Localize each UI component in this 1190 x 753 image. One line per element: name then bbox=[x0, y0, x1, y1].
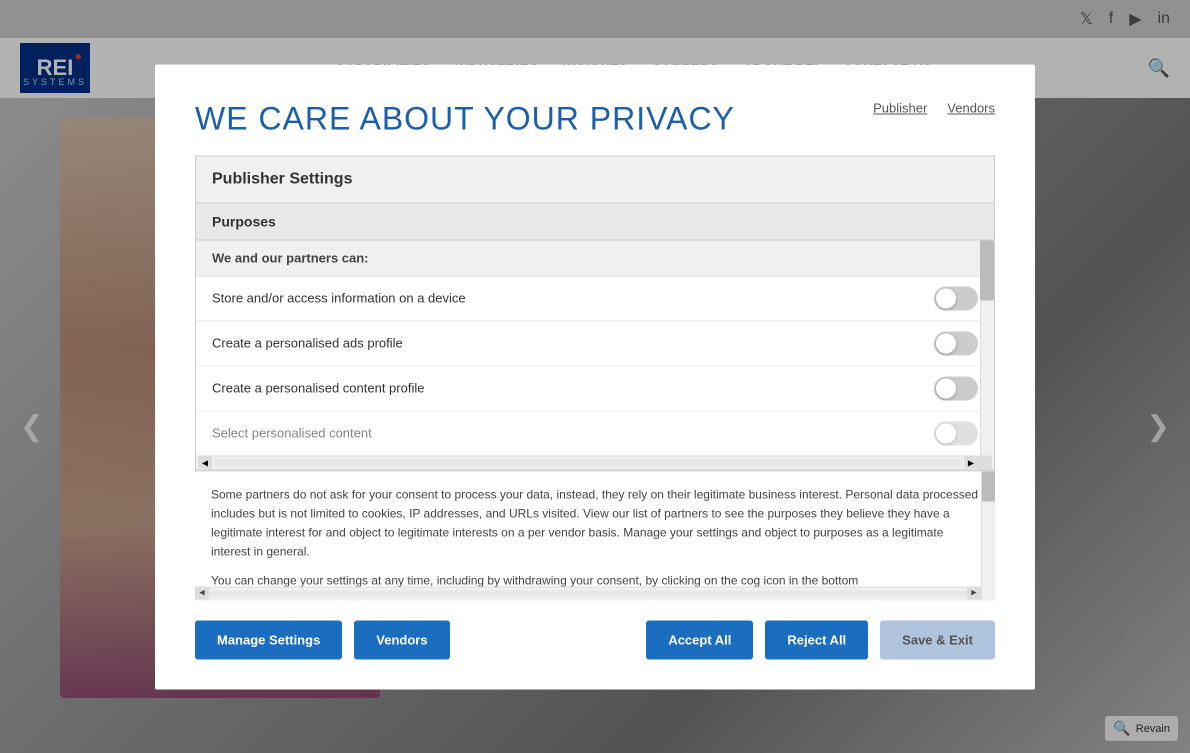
footer-left: Manage Settings Vendors bbox=[195, 620, 450, 659]
text-h-track bbox=[209, 591, 967, 597]
v-scrollbar[interactable] bbox=[980, 240, 994, 469]
privacy-modal: WE CARE ABOUT YOUR PRIVACY Publisher Ven… bbox=[155, 64, 1035, 689]
reject-all-button[interactable]: Reject All bbox=[765, 620, 868, 659]
settings-header: Publisher Settings bbox=[196, 156, 994, 203]
toggle-row-0: Store and/or access information on a dev… bbox=[196, 276, 994, 321]
text-h-left[interactable]: ◀ bbox=[195, 588, 209, 600]
toggle-label-3: Select personalised content bbox=[212, 426, 372, 441]
body-text-1: Some partners do not ask for your consen… bbox=[211, 485, 979, 562]
toggle-label-0: Store and/or access information on a dev… bbox=[212, 291, 466, 306]
tab-publisher[interactable]: Publisher bbox=[873, 100, 927, 115]
purposes-header: Purposes bbox=[196, 203, 994, 240]
h-scroll-left[interactable]: ◀ bbox=[198, 457, 212, 469]
vendors-button[interactable]: Vendors bbox=[354, 620, 449, 659]
h-scroll-corner bbox=[978, 456, 992, 470]
toggle-switch-2[interactable] bbox=[934, 376, 978, 400]
text-v-scrollbar[interactable] bbox=[981, 471, 995, 600]
toggle-row-1: Create a personalised ads profile bbox=[196, 321, 994, 366]
modal-tabs: Publisher Vendors bbox=[873, 100, 995, 115]
h-scroll-right[interactable]: ▶ bbox=[964, 457, 978, 469]
h-scrollbar[interactable]: ◀ ▶ bbox=[196, 455, 994, 469]
save-exit-button[interactable]: Save & Exit bbox=[880, 620, 995, 659]
toggle-switch-0[interactable] bbox=[934, 286, 978, 310]
partners-header: We and our partners can: bbox=[196, 240, 994, 276]
toggle-switch-3[interactable] bbox=[934, 421, 978, 445]
text-section: Some partners do not ask for your consen… bbox=[195, 470, 995, 600]
toggle-row-2: Create a personalised content profile bbox=[196, 366, 994, 411]
toggle-label-1: Create a personalised ads profile bbox=[212, 336, 403, 351]
footer-right: Accept All Reject All Save & Exit bbox=[646, 620, 995, 659]
tab-vendors[interactable]: Vendors bbox=[947, 100, 995, 115]
accept-all-button[interactable]: Accept All bbox=[646, 620, 753, 659]
text-h-right[interactable]: ▶ bbox=[967, 588, 981, 600]
settings-panel: Publisher Settings Purposes We and our p… bbox=[195, 155, 995, 470]
manage-settings-button[interactable]: Manage Settings bbox=[195, 620, 342, 659]
settings-body: Purposes We and our partners can: Store … bbox=[196, 203, 994, 469]
toggle-row-3: Select personalised content bbox=[196, 411, 994, 455]
toggle-label-2: Create a personalised content profile bbox=[212, 381, 424, 396]
modal-footer: Manage Settings Vendors Accept All Rejec… bbox=[195, 620, 995, 659]
text-h-scrollbar[interactable]: ◀ ▶ bbox=[195, 586, 981, 600]
text-v-thumb[interactable] bbox=[982, 471, 995, 501]
v-scroll-thumb[interactable] bbox=[980, 240, 994, 300]
h-scroll-track bbox=[214, 459, 962, 467]
toggle-switch-1[interactable] bbox=[934, 331, 978, 355]
toggle-scroll-area[interactable]: Store and/or access information on a dev… bbox=[196, 276, 994, 455]
